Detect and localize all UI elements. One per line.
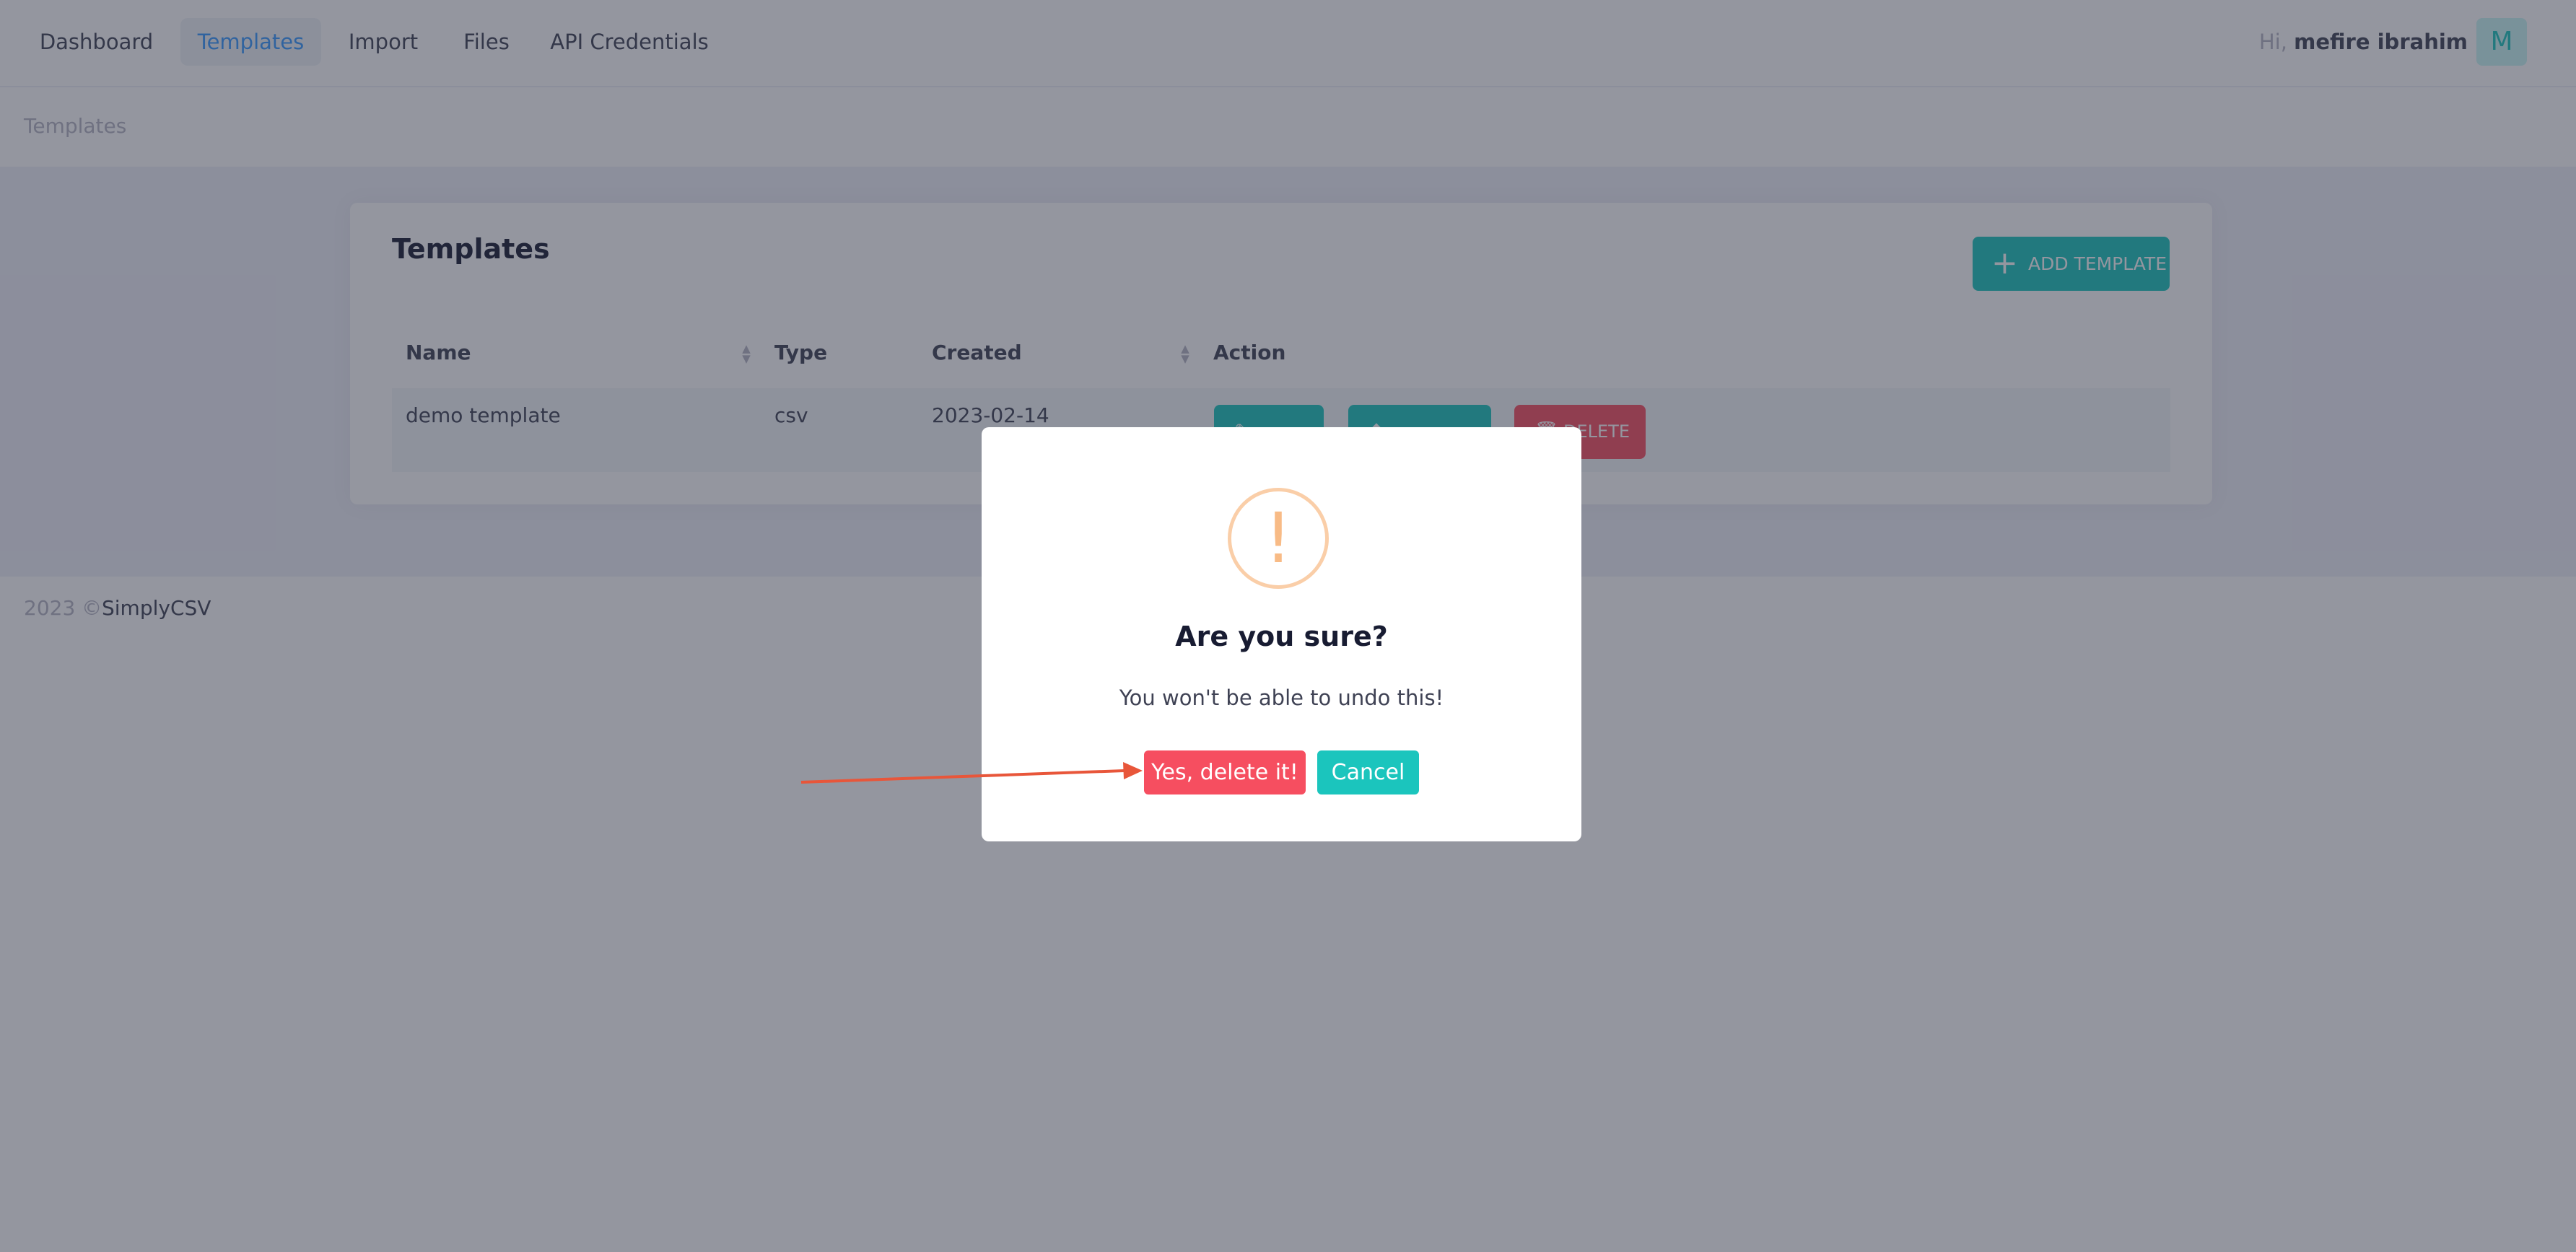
dialog-title: Are you sure? [1175,621,1388,652]
confirm-delete-button[interactable]: Yes, delete it! [1144,750,1306,794]
warning-icon: ! [1228,488,1329,589]
dialog-message: You won't be able to undo this! [1119,686,1444,710]
confirm-dialog: ! Are you sure? You won't be able to und… [982,427,1581,841]
cancel-button[interactable]: Cancel [1317,750,1419,794]
